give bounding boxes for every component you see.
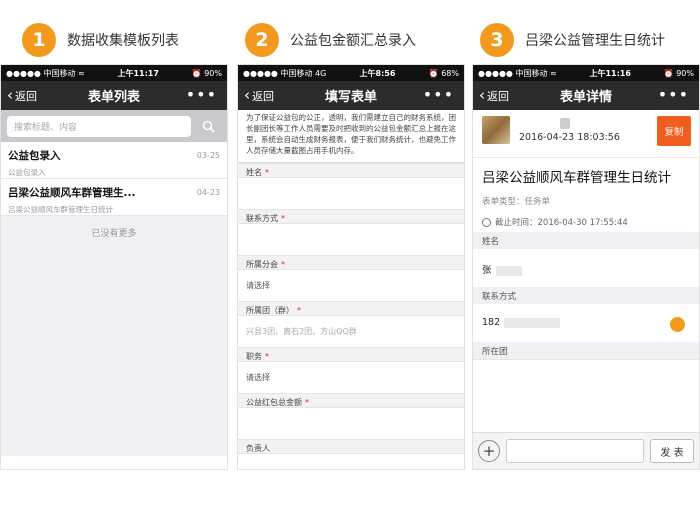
redacted-mask [504,317,561,328]
send-button[interactable]: 发 表 [650,439,694,463]
back-label: 返回 [252,89,274,103]
deadline-text: 截止时间：2016-04-30 17:55:44 [495,218,628,228]
back-button[interactable]: ‹ 返回 [479,88,509,104]
nav-bar: ‹ 返回 表单详情 ••• [473,81,699,110]
step-number: 3 [480,23,514,57]
created-time: 2016-04-23 18:03:56 [519,132,620,143]
search-icon[interactable] [195,116,221,137]
clock-icon [482,217,491,227]
chevron-left-icon: ‹ [7,86,13,104]
battery-text: ⏰ 68% [428,68,459,78]
phone-call-icon[interactable] [670,317,685,332]
redacted-mask [495,265,522,276]
clock-text: 上午11:16 [589,68,631,78]
item-date: 03-25 [196,151,220,160]
more-icon[interactable]: ••• [186,85,217,104]
field-label-contact: 联系方式 [473,287,699,304]
list-item[interactable]: 吕梁公益顺风车群管理生... 吕梁公益顺风车群管理生日统计 04-23 [1,179,227,216]
contact-value: 182 [473,304,699,342]
comment-input[interactable] [506,439,644,463]
field-label-name: 姓名 [473,232,699,249]
group-field[interactable]: 兴县3团、离石2团、方山QQ群 [238,316,464,347]
more-icon[interactable]: ••• [658,85,689,104]
back-button[interactable]: ‹ 返回 [244,88,274,104]
form-intro: 为了保证公益包的公正，透明，我们需建立自己的财务系统，团长副团长等工作人员需要及… [238,110,464,163]
phone-form-detail: ●●●●● 中国移动 ≈ 上午11:16 ⏰ 90% ‹ 返回 表单详情 •••… [472,64,700,470]
status-bar: ●●●●● 中国移动 ≈ 上午11:16 ⏰ 90% [473,65,699,81]
battery-text: ⏰ 90% [663,68,694,78]
search-input[interactable]: 搜索标题、内容 [7,115,191,137]
avatar [482,116,510,144]
carrier-text: ●●●●● 中国移动 ≈ [478,68,557,78]
item-subtitle: 吕梁公益顺风车群管理生日统计 [8,205,113,214]
step-number: 2 [245,23,279,57]
field-label-name: 姓名 * [238,163,464,178]
more-icon[interactable]: ••• [423,85,454,104]
item-title: 公益包录入 [8,150,61,162]
chevron-left-icon: ‹ [479,86,485,104]
copy-button[interactable]: 复制 [657,116,691,146]
form-type: 表单类型：任务单 [482,197,551,207]
field-label-owner: 负责人 [238,439,464,454]
step-title: 吕梁公益管理生日统计 [525,33,665,49]
item-title: 吕梁公益顺风车群管理生... [8,187,136,199]
field-label-group: 所在团 [473,342,699,359]
deadline-row: 截止时间：2016-04-30 17:55:44 [473,212,699,232]
name-field[interactable] [238,178,464,209]
field-label-group: 所属团（群） * [238,301,464,316]
back-label: 返回 [15,89,37,103]
carrier-text: ●●●●● 中国移动 ≈ [6,68,85,78]
list-item[interactable]: 公益包录入 公益包录入 03-25 [1,142,227,179]
nav-bar: ‹ 返回 填写表单 ••• [238,81,464,110]
search-bar: 搜索标题、内容 [1,110,227,142]
back-label: 返回 [487,89,509,103]
nav-bar: ‹ 返回 表单列表 ••• [1,81,227,110]
position-select[interactable]: 请选择 [238,362,464,393]
back-button[interactable]: ‹ 返回 [7,88,37,104]
form-title: 吕梁公益顺风车群管理生日统计 [482,170,671,186]
clock-text: 上午11:17 [117,68,159,78]
field-label-amount: 公益红包总金额 * [238,393,464,408]
item-subtitle: 公益包录入 [8,168,46,177]
field-label-branch: 所属分会 * [238,255,464,270]
plus-icon[interactable]: + [478,440,500,462]
user-icon [560,118,570,129]
field-label-contact: 联系方式 * [238,209,464,224]
group-value [473,359,699,441]
step-number: 1 [22,23,56,57]
status-bar: ●●●●● 中国移动 4G 上午8:56 ⏰ 68% [238,65,464,81]
field-label-position: 职务 * [238,347,464,362]
step-header-2: 2 公益包金额汇总录入 [245,22,416,58]
carrier-text: ●●●●● 中国移动 4G [243,68,327,78]
contact-field[interactable] [238,224,464,255]
phone-form-list: ●●●●● 中国移动 ≈ 上午11:17 ⏰ 90% ‹ 返回 表单列表 •••… [0,64,228,470]
step-header-3: 3 吕梁公益管理生日统计 [480,22,665,58]
phone-fill-form: ●●●●● 中国移动 4G 上午8:56 ⏰ 68% ‹ 返回 填写表单 •••… [237,64,465,470]
battery-text: ⏰ 90% [191,68,222,78]
step-title: 数据收集模板列表 [67,33,179,49]
author-header: 2016-04-23 18:03:56 复制 [473,110,699,158]
item-date: 04-23 [196,188,220,197]
no-more-text: 已没有更多 [1,216,227,456]
step-header-1: 1 数据收集模板列表 [22,22,179,58]
amount-field[interactable] [238,408,464,439]
step-title: 公益包金额汇总录入 [290,33,416,49]
comment-bar: + 发 表 [473,432,699,469]
chevron-left-icon: ‹ [244,86,250,104]
clock-text: 上午8:56 [359,68,396,78]
status-bar: ●●●●● 中国移动 ≈ 上午11:17 ⏰ 90% [1,65,227,81]
branch-select[interactable]: 请选择 [238,270,464,301]
name-value: 张 [473,249,699,287]
